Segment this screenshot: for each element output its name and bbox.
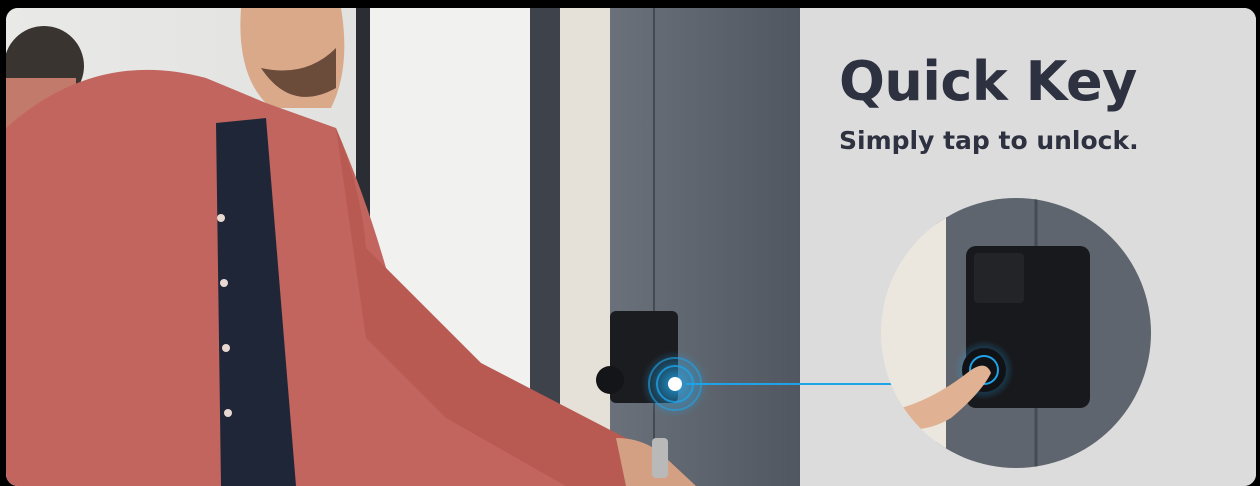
promo-banner: Quick Key Simply tap to unlock. (6, 8, 1256, 486)
door-panel (610, 8, 806, 486)
feature-title: Quick Key (839, 50, 1137, 113)
feature-subtitle: Simply tap to unlock. (839, 126, 1139, 155)
